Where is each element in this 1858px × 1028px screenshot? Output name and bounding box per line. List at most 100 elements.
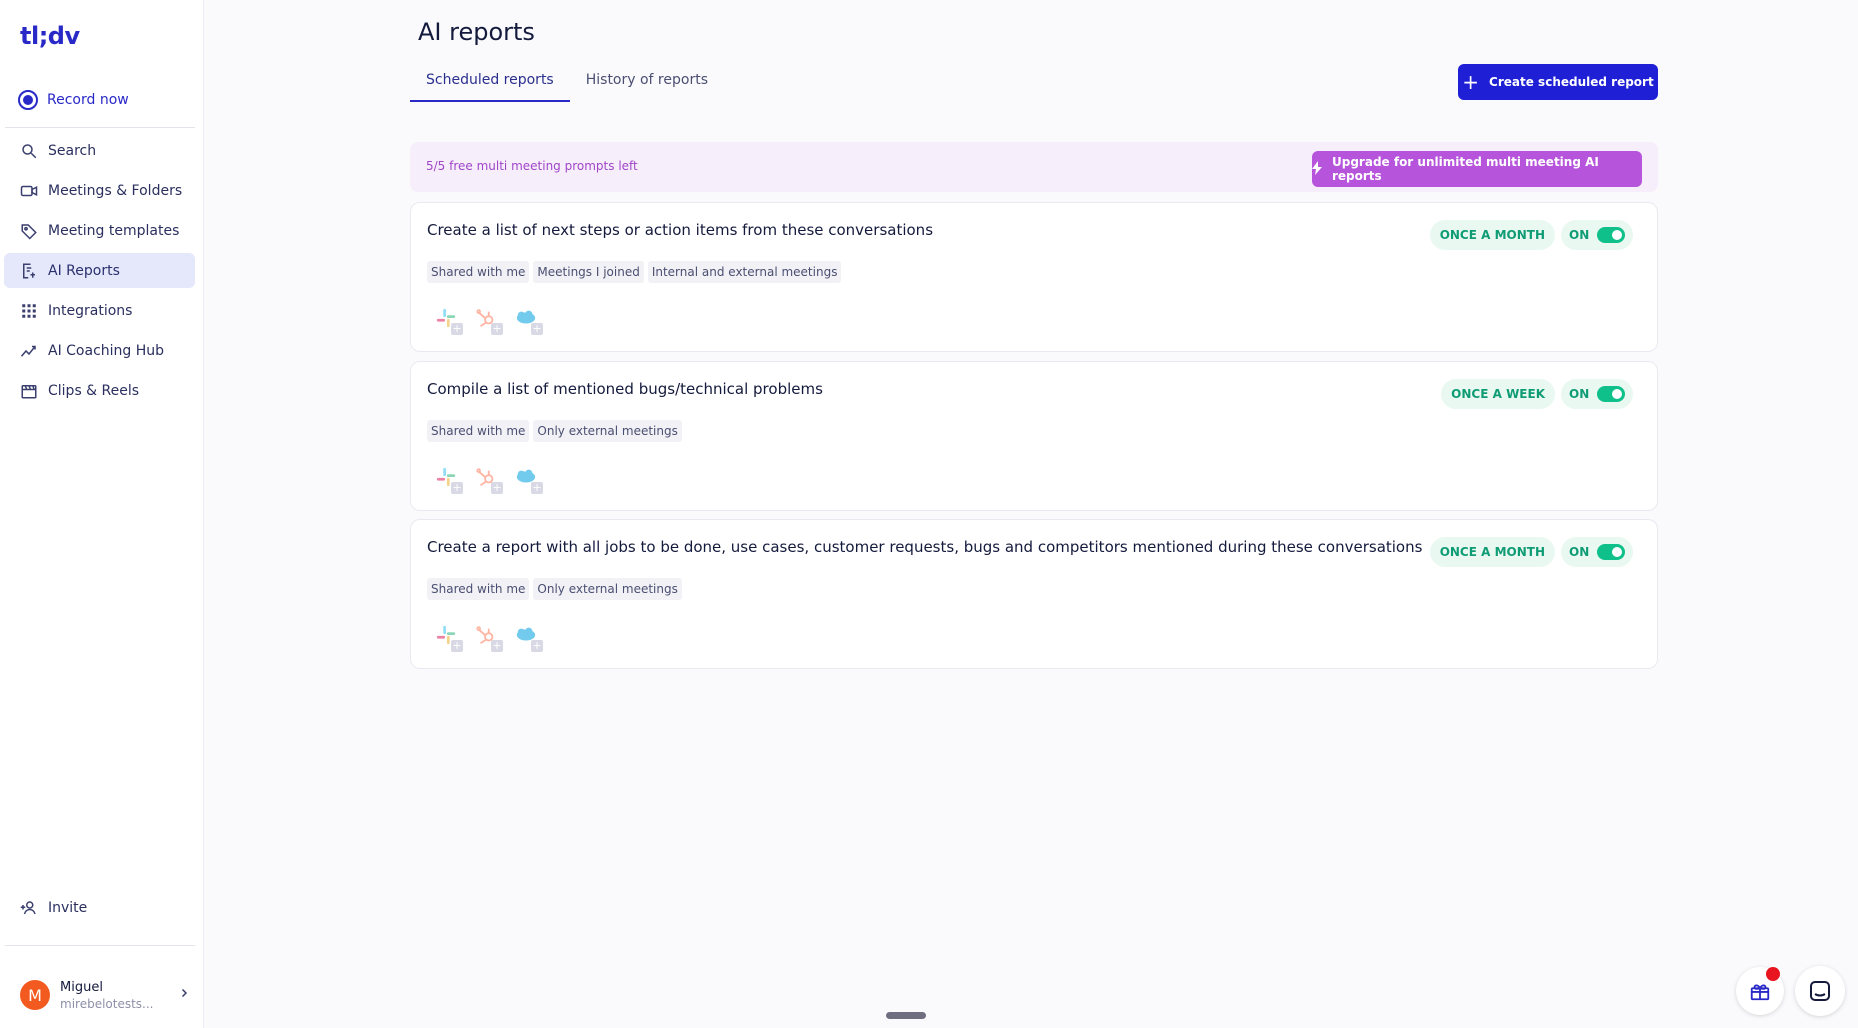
promo-banner: 5/5 free multi meeting prompts left Upgr…	[410, 142, 1658, 192]
sidebar-item-clips[interactable]: Clips & Reels	[4, 373, 195, 408]
sidebar-item-label: AI Coaching Hub	[48, 342, 165, 359]
filter-chip: Shared with me	[427, 578, 530, 600]
report-card[interactable]: Create a list of next steps or action it…	[410, 202, 1658, 352]
chat-button[interactable]	[1795, 966, 1845, 1016]
report-title: Create a list of next steps or action it…	[427, 221, 934, 239]
avatar: M	[20, 980, 50, 1010]
video-icon	[20, 182, 38, 200]
sidebar-item-search[interactable]: Search	[4, 133, 195, 168]
slack-integration-button[interactable]: +	[435, 307, 463, 335]
chevron-right-icon	[178, 987, 190, 1003]
sidebar-item-label: Search	[48, 142, 97, 159]
user-info: Miguel mirebelotests...	[60, 980, 154, 1011]
filter-chip: Internal and external meetings	[647, 261, 842, 283]
search-icon	[20, 142, 38, 160]
record-now-label: Record now	[47, 92, 129, 108]
gift-button[interactable]	[1736, 967, 1784, 1015]
trend-icon	[20, 342, 38, 360]
report-title: Compile a list of mentioned bugs/technic…	[427, 380, 823, 398]
divider	[5, 945, 195, 946]
integrations-row: + + +	[435, 466, 543, 494]
toggle-status-label: ON	[1569, 545, 1590, 559]
sidebar-item-coaching[interactable]: AI Coaching Hub	[4, 333, 195, 368]
frequency-badge[interactable]: ONCE A MONTH	[1429, 220, 1555, 250]
sidebar-item-label: Meetings & Folders	[48, 182, 183, 199]
report-toggle[interactable]: ON	[1561, 220, 1633, 250]
divider	[5, 127, 195, 128]
sidebar-item-label: AI Reports	[48, 262, 120, 279]
filter-chip: Meetings I joined	[533, 261, 644, 283]
salesforce-integration-button[interactable]: +	[515, 466, 543, 494]
toggle-status-label: ON	[1569, 228, 1590, 242]
toggle-status-label: ON	[1569, 387, 1590, 401]
integrations-row: + + +	[435, 624, 543, 652]
tabs: Scheduled reports History of reports	[410, 64, 724, 102]
user-email: mirebelotests...	[60, 996, 154, 1011]
create-button-label: Create scheduled report	[1489, 75, 1654, 89]
frequency-badge[interactable]: ONCE A WEEK	[1441, 379, 1555, 409]
report-title: Create a report with all jobs to be done…	[427, 538, 1423, 556]
report-card[interactable]: Compile a list of mentioned bugs/technic…	[410, 361, 1658, 511]
invite-button[interactable]: Invite	[20, 899, 87, 917]
add-icon: +	[491, 322, 503, 335]
add-icon: +	[531, 639, 543, 652]
report-icon	[20, 262, 38, 280]
sidebar-item-templates[interactable]: Meeting templates	[4, 213, 195, 248]
add-icon: +	[531, 481, 543, 494]
filter-chip: Shared with me	[427, 261, 530, 283]
chat-icon	[1810, 981, 1830, 1001]
user-menu[interactable]: M Miguel mirebelotests...	[20, 978, 190, 1012]
sidebar-item-label: Clips & Reels	[48, 382, 140, 399]
filter-chip: Only external meetings	[533, 420, 682, 442]
notification-dot	[1766, 967, 1780, 981]
lightning-icon	[1312, 160, 1322, 178]
prompts-left-text: 5/5 free multi meeting prompts left	[426, 159, 638, 173]
add-user-icon	[20, 899, 38, 917]
report-toggle[interactable]: ON	[1561, 537, 1633, 567]
report-filters: Shared with me Meetings I joined Interna…	[427, 261, 842, 283]
add-icon: +	[531, 322, 543, 335]
slack-integration-button[interactable]: +	[435, 624, 463, 652]
hubspot-integration-button[interactable]: +	[475, 307, 503, 335]
sidebar-item-meetings[interactable]: Meetings & Folders	[4, 173, 195, 208]
frequency-badge[interactable]: ONCE A MONTH	[1429, 537, 1555, 567]
app-logo[interactable]: tl;dv	[20, 22, 80, 50]
sidebar-nav: Search Meetings & Folders Meeting templa…	[4, 133, 195, 413]
report-card[interactable]: Create a report with all jobs to be done…	[410, 519, 1658, 669]
integrations-row: + + +	[435, 307, 543, 335]
tab-history-of-reports[interactable]: History of reports	[570, 64, 724, 102]
upgrade-button-label: Upgrade for unlimited multi meeting AI r…	[1332, 155, 1599, 183]
sidebar-item-ai-reports[interactable]: AI Reports	[4, 253, 195, 288]
add-icon: +	[451, 322, 463, 335]
salesforce-integration-button[interactable]: +	[515, 624, 543, 652]
scroll-handle[interactable]	[886, 1012, 926, 1019]
grid-icon	[20, 302, 38, 320]
toggle-switch	[1597, 386, 1626, 402]
slack-integration-button[interactable]: +	[435, 466, 463, 494]
record-now-button[interactable]: Record now	[18, 88, 188, 112]
add-icon: +	[491, 639, 503, 652]
salesforce-integration-button[interactable]: +	[515, 307, 543, 335]
page-title: AI reports	[418, 18, 535, 46]
upgrade-button[interactable]: Upgrade for unlimited multi meeting AI r…	[1312, 151, 1642, 187]
add-icon: +	[451, 481, 463, 494]
invite-label: Invite	[48, 900, 88, 916]
hubspot-integration-button[interactable]: +	[475, 466, 503, 494]
sidebar-item-integrations[interactable]: Integrations	[4, 293, 195, 328]
record-icon	[18, 90, 38, 110]
tag-icon	[20, 222, 38, 240]
report-toggle[interactable]: ON	[1561, 379, 1633, 409]
create-scheduled-report-button[interactable]: + Create scheduled report	[1458, 64, 1658, 100]
toggle-switch	[1597, 544, 1626, 560]
plus-icon: +	[1462, 70, 1480, 94]
hubspot-integration-button[interactable]: +	[475, 624, 503, 652]
add-icon: +	[491, 481, 503, 494]
user-name: Miguel	[60, 979, 103, 995]
sidebar-item-label: Meeting templates	[48, 222, 180, 239]
clapper-icon	[20, 382, 38, 400]
report-filters: Shared with me Only external meetings	[427, 578, 682, 600]
toggle-switch	[1597, 227, 1626, 243]
tab-scheduled-reports[interactable]: Scheduled reports	[410, 64, 570, 102]
sidebar-item-label: Integrations	[48, 302, 133, 319]
filter-chip: Only external meetings	[533, 578, 682, 600]
